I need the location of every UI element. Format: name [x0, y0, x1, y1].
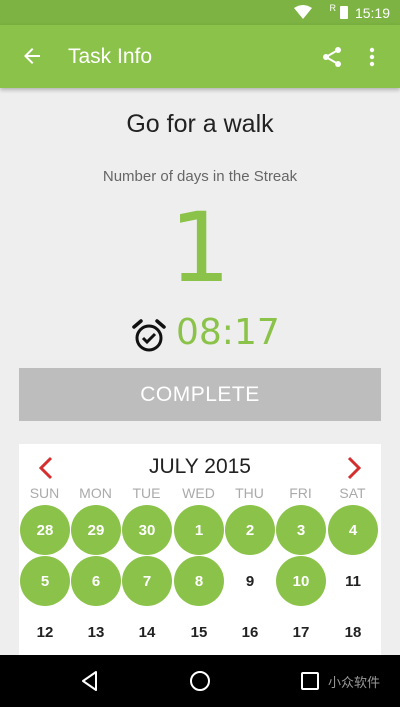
calendar-day[interactable]: 17	[276, 607, 326, 656]
weekday-label: SUN	[29, 485, 60, 501]
back-arrow-icon[interactable]	[20, 44, 44, 68]
watermark: 小众软件	[328, 675, 381, 690]
calendar-day[interactable]: 9	[225, 556, 275, 606]
weekday-label: FRI	[289, 485, 312, 501]
nav-back-icon[interactable]	[78, 669, 102, 693]
weekday-label: MON	[79, 485, 112, 501]
nav-recent-icon[interactable]	[300, 671, 320, 691]
alarm-clock-icon	[132, 319, 166, 352]
calendar-day[interactable]: 5	[20, 556, 70, 606]
calendar-day[interactable]: 14	[122, 607, 172, 656]
signal-label: R	[329, 3, 337, 13]
calendar-day[interactable]: 3	[276, 505, 326, 555]
calendar-day[interactable]: 1	[174, 505, 224, 555]
weekday-label: THU	[235, 485, 264, 501]
weekday-label: TUE	[132, 485, 161, 501]
task-name: Go for a walk	[126, 110, 274, 138]
weekday-header: SUN MON TUE WED THU FRI SAT	[19, 485, 381, 503]
calendar-day[interactable]: 12	[20, 607, 70, 656]
nav-home-icon[interactable]	[189, 670, 211, 692]
calendar-day[interactable]: 11	[328, 556, 378, 606]
wifi-icon	[294, 5, 312, 19]
chevron-right-icon[interactable]	[345, 456, 363, 480]
calendar-day[interactable]: 10	[276, 556, 326, 606]
calendar-day[interactable]: 29	[71, 505, 121, 555]
battery-icon	[340, 6, 348, 19]
calendar-day[interactable]: 2	[225, 505, 275, 555]
streak-count: 1	[169, 192, 231, 304]
streak-label: Number of days in the Streak	[102, 168, 298, 185]
status-time: 15:19	[354, 5, 390, 21]
calendar-day[interactable]: 30	[122, 505, 172, 555]
complete-button[interactable]: COMPLETE	[19, 368, 381, 421]
calendar-day[interactable]: 6	[71, 556, 121, 606]
calendar-day[interactable]: 16	[225, 607, 275, 656]
calendar: JULY 2015 SUN MON TUE WED THU FRI SAT 28…	[19, 444, 381, 656]
page-title: Task Info	[68, 45, 153, 68]
calendar-day[interactable]: 13	[71, 607, 121, 656]
share-icon[interactable]	[320, 45, 344, 69]
status-bar: R 15:19	[0, 0, 400, 25]
calendar-day[interactable]: 15	[174, 607, 224, 656]
calendar-day[interactable]: 8	[174, 556, 224, 606]
weekday-label: WED	[182, 485, 215, 501]
calendar-day[interactable]: 18	[328, 607, 378, 656]
calendar-month: JULY 2015	[149, 455, 251, 478]
alarm-row[interactable]: 08:17	[0, 312, 400, 356]
alarm-time: 08:17	[176, 312, 280, 353]
calendar-day[interactable]: 7	[122, 556, 172, 606]
weekday-label: SAT	[339, 485, 366, 501]
calendar-day[interactable]: 28	[20, 505, 70, 555]
calendar-day[interactable]: 4	[328, 505, 378, 555]
more-vert-icon[interactable]	[362, 45, 382, 69]
app-bar: Task Info	[0, 25, 400, 88]
